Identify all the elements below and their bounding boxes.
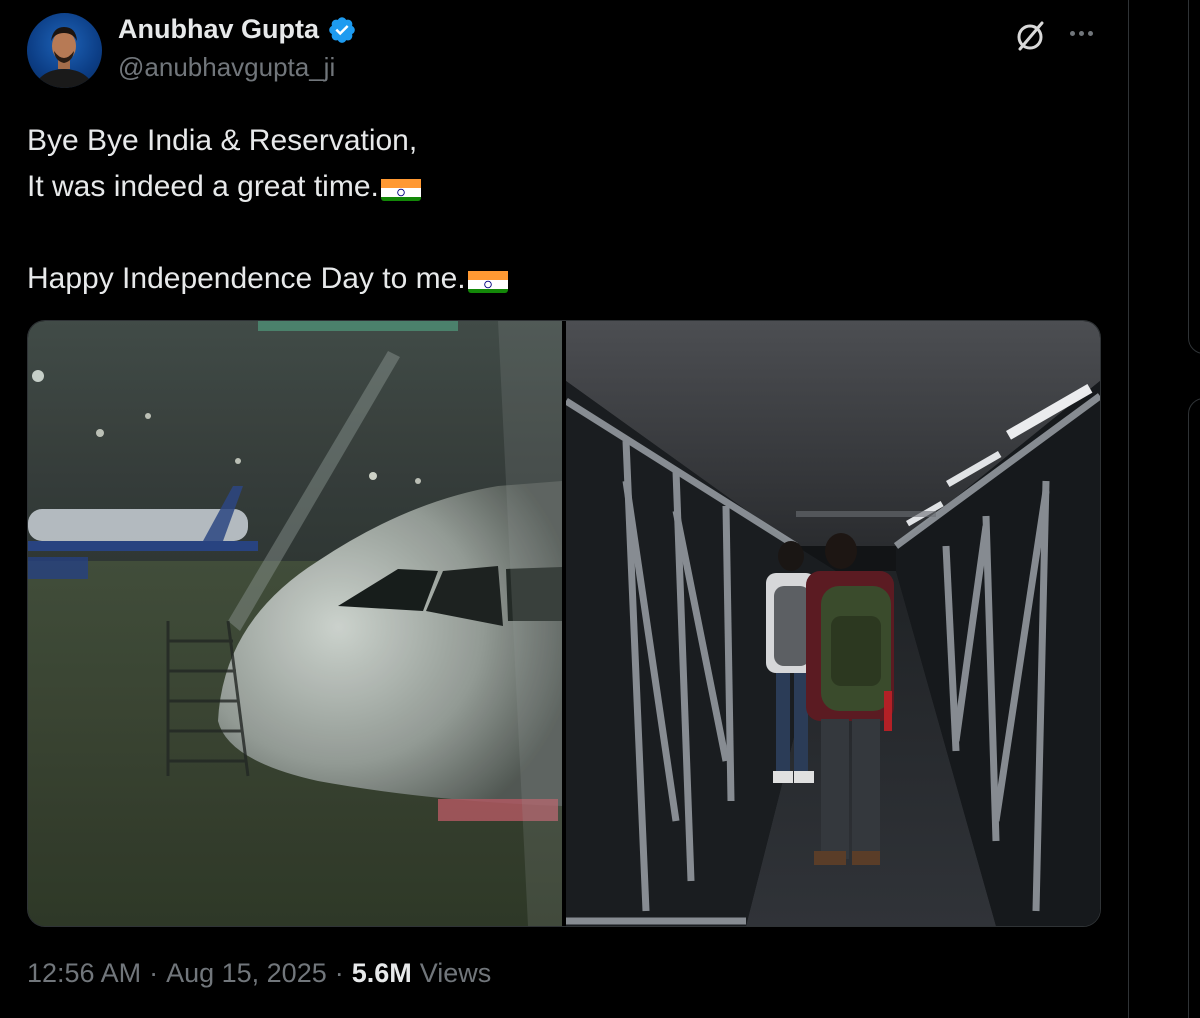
avatar-image <box>34 27 94 88</box>
meta-separator: · <box>334 958 344 988</box>
side-panel-card-top <box>1188 0 1200 354</box>
tweet-date[interactable]: Aug 15, 2025 <box>166 958 327 989</box>
india-flag-emoji <box>467 266 508 293</box>
tweet-meta: 12:56 AM · Aug 15, 2025 · 5.6M Views <box>27 958 491 989</box>
tweet-text: Bye Bye India & Reservation, It was inde… <box>27 118 1107 302</box>
tweet-line-2: It was indeed a great time. <box>27 164 1107 210</box>
tweet-line-4: Happy Independence Day to me. <box>27 256 1107 302</box>
grok-icon[interactable] <box>1012 18 1048 54</box>
tweet-detail-view: Anubhav Gupta @anubhavgupta_ji Bye Bye I… <box>0 0 1200 1018</box>
author-name[interactable]: Anubhav Gupta <box>118 14 319 45</box>
tweet-time[interactable]: 12:56 AM <box>27 958 141 989</box>
avatar[interactable] <box>27 13 102 88</box>
tweet-line-1: Bye Bye India & Reservation, <box>27 118 1107 164</box>
views-count[interactable]: 5.6M <box>352 958 412 989</box>
more-dot <box>1078 30 1084 36</box>
photo-aircraft-at-gate[interactable] <box>28 321 562 926</box>
author-handle[interactable]: @anubhavgupta_ji <box>118 52 335 83</box>
more-options-icon[interactable] <box>1064 18 1098 48</box>
tweet-line-text: It was indeed a great time. <box>27 170 379 203</box>
tweet-media-grid <box>27 320 1101 927</box>
views-label[interactable]: Views <box>420 958 492 989</box>
tweet-line-text: Happy Independence Day to me. <box>27 262 466 295</box>
meta-separator: · <box>149 958 159 988</box>
india-flag-emoji <box>380 174 421 201</box>
tweet-line-text: Bye Bye India & Reservation, <box>27 124 418 157</box>
author-name-row[interactable]: Anubhav Gupta <box>118 14 357 45</box>
more-dot <box>1087 30 1093 36</box>
photo-jet-bridge[interactable] <box>566 321 1100 926</box>
verified-badge-icon[interactable] <box>327 15 357 45</box>
column-divider <box>1128 0 1129 1018</box>
side-panel-card-bottom <box>1188 398 1200 1018</box>
more-dot <box>1069 30 1075 36</box>
